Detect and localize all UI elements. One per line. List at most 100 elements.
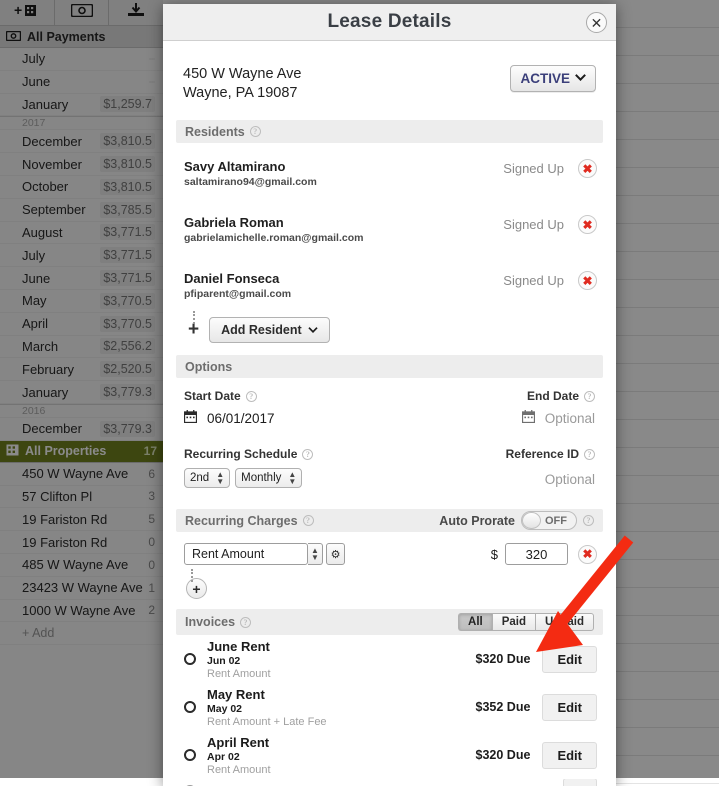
recurring-schedule-field: Recurring Schedule ? 2nd ▲▼ Monthly ▲▼ — [184, 447, 390, 488]
help-icon[interactable]: ? — [303, 515, 314, 526]
charge-type-stepper[interactable]: ▲▼ — [308, 543, 323, 565]
help-icon[interactable]: ? — [250, 126, 261, 137]
recurring-charge-row: Rent Amount ▲▼ ⚙ $ 320 ✖ — [176, 532, 603, 565]
remove-resident-button[interactable]: ✖ — [578, 215, 597, 234]
add-charge-button[interactable]: + — [186, 578, 207, 599]
connector-dots-icon — [193, 311, 195, 324]
address-row: 450 W Wayne Ave Wayne, PA 19087 ACTIVE — [176, 41, 603, 120]
invoice-row: May RentMay 02Rent Amount + Late Fee$352… — [176, 683, 603, 731]
end-date-label: End Date — [527, 389, 579, 403]
invoice-radio[interactable] — [184, 653, 196, 665]
reference-id-label: Reference ID — [506, 447, 579, 461]
reference-id-value-wrap[interactable]: Optional — [390, 472, 596, 487]
charge-amount-group: $ 320 ✖ — [491, 543, 597, 565]
invoice-edit-button[interactable]: Edit — [542, 646, 597, 673]
invoice-info: June RentJun 02Rent Amount — [207, 639, 271, 680]
end-date-value-wrap[interactable]: Optional — [390, 410, 596, 426]
invoice-description: Rent Amount + Late Fee — [207, 716, 327, 728]
updown-icon: ▲▼ — [288, 471, 296, 485]
recurring-frequency-select[interactable]: Monthly ▲▼ — [235, 468, 302, 488]
auto-prorate-toggle[interactable]: OFF — [521, 511, 577, 530]
add-charge-row: + — [176, 565, 603, 609]
reference-id-label-wrap: Reference ID ? — [390, 447, 596, 461]
invoice-radio[interactable] — [184, 749, 196, 761]
invoice-title: June Rent — [207, 639, 271, 654]
help-icon[interactable]: ? — [240, 617, 251, 628]
end-date-field: End Date ? — [390, 389, 596, 426]
invoice-row: June RentJun 02Rent Amount$320 DueEdit — [176, 635, 603, 683]
help-icon[interactable]: ? — [584, 449, 595, 460]
calendar-icon — [184, 410, 197, 426]
invoice-row-partial — [176, 779, 603, 786]
gear-icon[interactable]: ⚙ — [326, 543, 345, 565]
resident-row: Daniel Fonsecapfiparent@gmail.com Signed … — [176, 255, 603, 311]
add-resident-button[interactable]: Add Resident — [209, 317, 330, 343]
residents-heading: Residents — [185, 125, 245, 139]
dates-row: Start Date ? — [176, 378, 603, 430]
resident-status: Signed Up — [503, 159, 564, 176]
invoice-edit-button[interactable]: Edit — [542, 742, 597, 769]
help-icon[interactable]: ? — [302, 449, 313, 460]
options-section-header: Options — [176, 355, 603, 378]
residents-list: Savy Altamirano saltamirano94@gmail.com Si… — [176, 143, 603, 311]
charge-type-select[interactable]: Rent Amount — [184, 543, 308, 565]
chevron-down-icon — [308, 325, 318, 336]
invoice-edit-button-partial[interactable] — [563, 779, 597, 786]
address-line-2: Wayne, PA 19087 — [183, 84, 301, 103]
invoice-edit-button[interactable]: Edit — [542, 694, 597, 721]
end-date-label-wrap: End Date ? — [390, 389, 596, 403]
resident-info: Savy Altamirano saltamirano94@gmail.com — [184, 159, 317, 188]
help-icon[interactable]: ? — [246, 391, 257, 402]
charge-amount-input[interactable]: 320 — [505, 543, 568, 565]
recurring-charges-heading: Recurring Charges — [185, 514, 298, 528]
auto-prorate-label: Auto Prorate — [439, 514, 515, 528]
invoice-amount: $352 Due — [476, 700, 531, 714]
modal-header: Lease Details ✕ — [163, 4, 616, 41]
start-date-value-wrap[interactable]: 06/01/2017 — [184, 410, 390, 426]
add-resident-row: + Add Resident — [176, 311, 603, 355]
residents-section-header: Residents ? — [176, 120, 603, 143]
start-date-value: 06/01/2017 — [207, 411, 275, 426]
invoice-filter-all[interactable]: All — [458, 613, 492, 631]
start-date-field: Start Date ? — [184, 389, 390, 426]
invoice-filter-unpaid[interactable]: Unpaid — [535, 613, 594, 631]
resident-status: Signed Up — [503, 271, 564, 288]
start-date-label: Start Date — [184, 389, 241, 403]
invoice-row: April RentApr 02Rent Amount$320 DueEdit — [176, 731, 603, 779]
resident-info: Gabriela Romangabrielamichelle.roman@gma… — [184, 215, 363, 244]
toggle-knob — [522, 512, 541, 529]
resident-email: gabrielamichelle.roman@gmail.com — [184, 232, 363, 244]
address-line-1: 450 W Wayne Ave — [183, 65, 301, 84]
remove-resident-button[interactable]: ✖ — [578, 271, 597, 290]
modal-body: 450 W Wayne Ave Wayne, PA 19087 ACTIVE R… — [163, 41, 616, 786]
remove-charge-button[interactable]: ✖ — [578, 545, 597, 564]
recurring-frequency-value: Monthly — [241, 472, 281, 484]
schedule-row: Recurring Schedule ? 2nd ▲▼ Monthly ▲▼ — [176, 430, 603, 492]
invoice-filter-group: All Paid Unpaid — [458, 613, 594, 631]
lease-status-dropdown[interactable]: ACTIVE — [510, 65, 596, 92]
resident-email: saltamirano94@gmail.com — [184, 176, 317, 188]
page-title: Lease Details — [327, 11, 451, 33]
help-icon[interactable]: ? — [584, 391, 595, 402]
lease-address: 450 W Wayne Ave Wayne, PA 19087 — [183, 65, 301, 102]
invoice-radio[interactable] — [184, 701, 196, 713]
resident-info: Daniel Fonsecapfiparent@gmail.com — [184, 271, 291, 300]
help-icon[interactable]: ? — [583, 515, 594, 526]
remove-resident-button[interactable]: ✖ — [578, 159, 597, 178]
invoice-date: Jun 02 — [207, 655, 271, 667]
recurring-day-value: 2nd — [190, 472, 209, 484]
add-resident-label: Add Resident — [221, 323, 302, 337]
resident-name: Savy Altamirano — [184, 159, 317, 174]
invoice-title: April Rent — [207, 735, 271, 750]
recurring-day-select[interactable]: 2nd ▲▼ — [184, 468, 230, 488]
calendar-icon — [522, 410, 535, 426]
invoice-description: Rent Amount — [207, 764, 271, 776]
recurring-charges-section-header: Recurring Charges ? Auto Prorate OFF ? — [176, 509, 603, 532]
invoice-filter-paid[interactable]: Paid — [492, 613, 535, 631]
updown-icon: ▲▼ — [311, 547, 319, 561]
close-icon[interactable]: ✕ — [586, 12, 607, 33]
resident-status: Signed Up — [503, 215, 564, 232]
updown-icon: ▲▼ — [216, 471, 224, 485]
reference-id-value: Optional — [545, 472, 595, 487]
recurring-schedule-label-wrap: Recurring Schedule ? — [184, 447, 390, 461]
